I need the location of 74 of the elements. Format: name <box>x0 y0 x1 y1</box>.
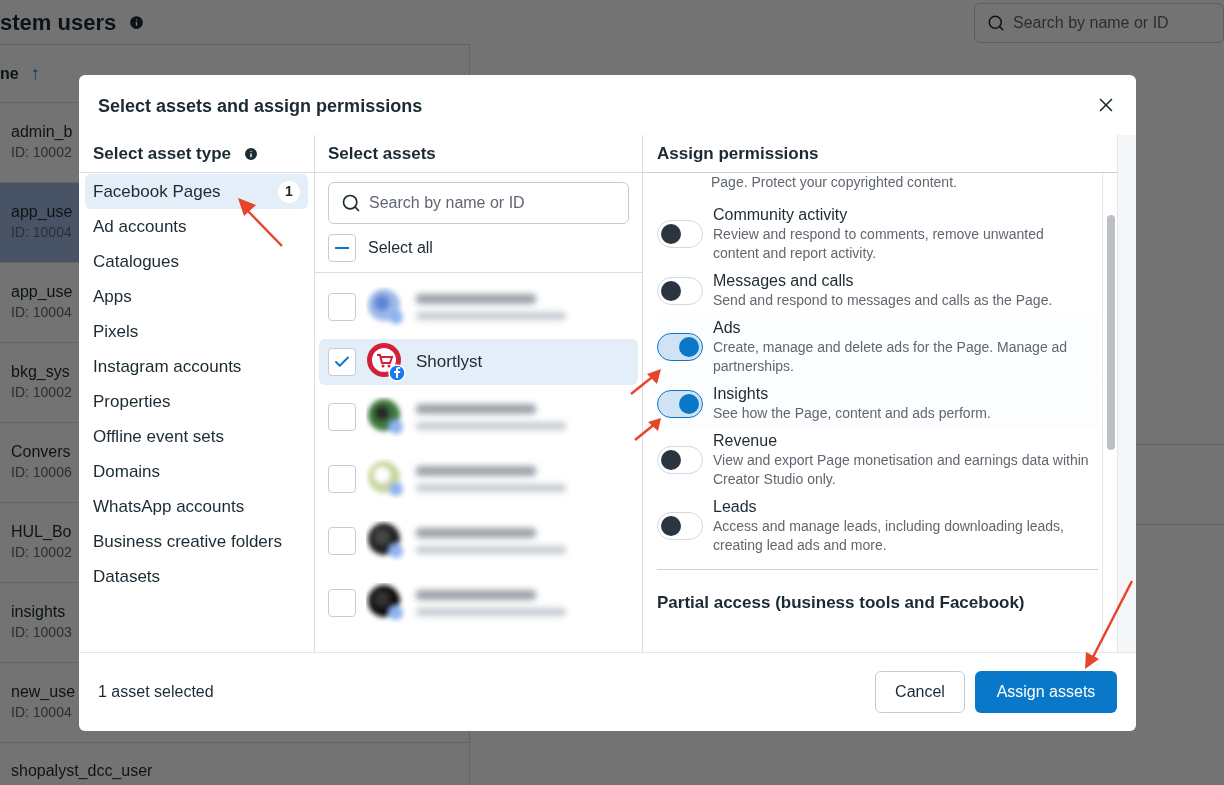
user-id: ID: 10002 <box>11 143 72 162</box>
permission-description: Access and manage leads, including downloading leads, creating lead ads and more. <box>713 517 1065 555</box>
permission-title: Community activity <box>713 205 849 225</box>
permission-description: See how the Page, content and ads perform. <box>713 404 991 423</box>
asset-type-item[interactable]: Business creative folders <box>85 524 308 559</box>
user-id: ID: 10003 <box>11 623 72 642</box>
checkbox[interactable] <box>328 589 356 617</box>
checkbox[interactable] <box>328 527 356 555</box>
asset-type-item[interactable]: Offline event sets <box>85 419 308 454</box>
user-id: ID: 10002 <box>11 543 72 562</box>
asset-type-item[interactable]: WhatsApp accounts <box>85 489 308 524</box>
search-icon <box>987 13 1005 32</box>
column-header[interactable]: ne <box>0 61 19 86</box>
permission-title: Leads <box>713 497 758 517</box>
asset-type-item[interactable]: Ad accounts <box>85 209 308 244</box>
asset-type-item[interactable]: Catalogues <box>85 244 308 279</box>
search-icon <box>341 193 361 213</box>
search-field[interactable]: Search by name or ID <box>328 182 629 224</box>
section-heading: Partial access (business tools and Facebook) <box>657 593 1025 612</box>
permission-title: Messages and calls <box>713 271 855 291</box>
permission-title: Insights <box>713 384 770 404</box>
toggle-switch[interactable] <box>657 389 703 418</box>
selection-status: 1 asset selected <box>98 682 214 702</box>
asset-type-item[interactable]: Datasets <box>85 559 308 594</box>
checkbox[interactable] <box>328 465 356 493</box>
permission-description: Review and respond to comments, remove unwanted content and report activity. <box>713 225 1045 263</box>
user-name: Convers <box>11 442 71 462</box>
asset-type-item[interactable]: Properties <box>85 384 308 419</box>
permission-description: Send and respond to messages and calls as the Page. <box>713 291 1053 310</box>
count-badge: 1 <box>278 180 300 203</box>
user-name: HUL_Bo <box>11 522 72 542</box>
permission-title: Revenue <box>713 431 779 451</box>
asset-type-item[interactable]: Domains <box>85 454 308 489</box>
asset-type-item[interactable]: Pixels <box>85 314 308 349</box>
select-all-label[interactable]: Select all <box>368 236 433 260</box>
user-id: ID: 10004 <box>11 303 72 322</box>
permission-description: Create, manage and delete ads for the Page. Manage ad partnerships. <box>713 338 1069 376</box>
info-icon <box>128 14 146 31</box>
checkbox[interactable] <box>328 403 356 431</box>
user-name: bkg_sys <box>11 362 70 382</box>
info-icon <box>242 145 259 162</box>
user-id: ID: 10004 <box>11 703 72 722</box>
asset-row[interactable]: Shortlyst <box>319 339 638 385</box>
checkbox[interactable] <box>328 348 356 376</box>
assign-button[interactable]: Assign assets <box>975 671 1117 713</box>
scrollbar[interactable] <box>1107 215 1115 450</box>
asset-type-item[interactable]: Instagram accounts <box>85 349 308 384</box>
column-heading: Select assets <box>328 142 436 165</box>
user-id: ID: 10002 <box>11 383 72 402</box>
column-heading: Assign permissions <box>657 142 819 165</box>
user-name: new_use <box>11 682 76 702</box>
cancel-button[interactable]: Cancel <box>875 671 965 713</box>
annotation-arrow <box>236 196 284 248</box>
user-name: app_use <box>11 202 73 222</box>
minus-icon <box>335 247 349 249</box>
column-heading: Select asset type <box>93 142 231 165</box>
user-id: ID: 10006 <box>11 463 72 482</box>
toggle-switch[interactable] <box>657 333 703 361</box>
asset-type-item[interactable]: Facebook Pages 1 <box>85 174 308 209</box>
asset-name: Shortlyst <box>416 351 483 374</box>
user-name: admin_b <box>11 122 73 142</box>
asset-type-item[interactable]: Apps <box>85 279 308 314</box>
dialog-title: Select assets and assign permissions <box>98 94 423 118</box>
permission-description: View and export Page monetisation and earnings data within Creator Studio only. <box>713 451 1090 489</box>
checkbox[interactable] <box>328 293 356 321</box>
checkbox[interactable] <box>328 234 356 262</box>
page-logo-icon <box>366 342 406 382</box>
permission-description: Page. Protect your copyrighted content. <box>711 173 957 191</box>
permission-title: Ads <box>713 318 742 338</box>
user-name: insights <box>11 602 66 622</box>
user-name: shopalyst_dcc_user <box>11 761 153 781</box>
page-title: stem users <box>0 9 117 37</box>
user-name: app_use <box>11 282 73 302</box>
annotation-arrow <box>629 366 663 396</box>
